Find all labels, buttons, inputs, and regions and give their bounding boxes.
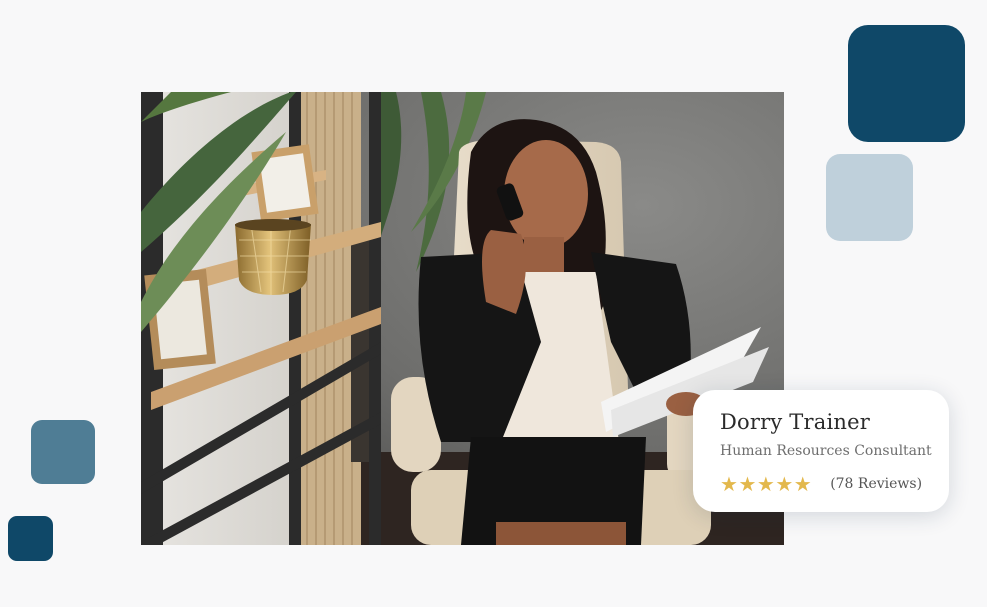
rating-stars: ★ ★ ★ ★ ★ (720, 474, 812, 494)
hero-photo-illustration (141, 92, 784, 545)
star-icon: ★ (720, 472, 738, 496)
decor-square-small (8, 516, 53, 561)
star-icon: ★ (738, 472, 757, 496)
profile-name: Dorry Trainer (720, 410, 870, 434)
review-count: (78 Reviews) (830, 476, 923, 492)
decor-square-large (848, 25, 965, 142)
profile-rating: ★ ★ ★ ★ ★ (78 Reviews) (720, 474, 949, 494)
star-icon: ★ (775, 472, 794, 496)
decor-square-pale (826, 154, 913, 241)
profile-card: Dorry Trainer Human Resources Consultant… (693, 390, 949, 512)
decor-square-mid (31, 420, 95, 484)
star-icon: ★ (756, 472, 775, 496)
star-icon: ★ (793, 472, 812, 496)
profile-role: Human Resources Consultant (720, 443, 932, 459)
hero-photo (141, 92, 784, 545)
